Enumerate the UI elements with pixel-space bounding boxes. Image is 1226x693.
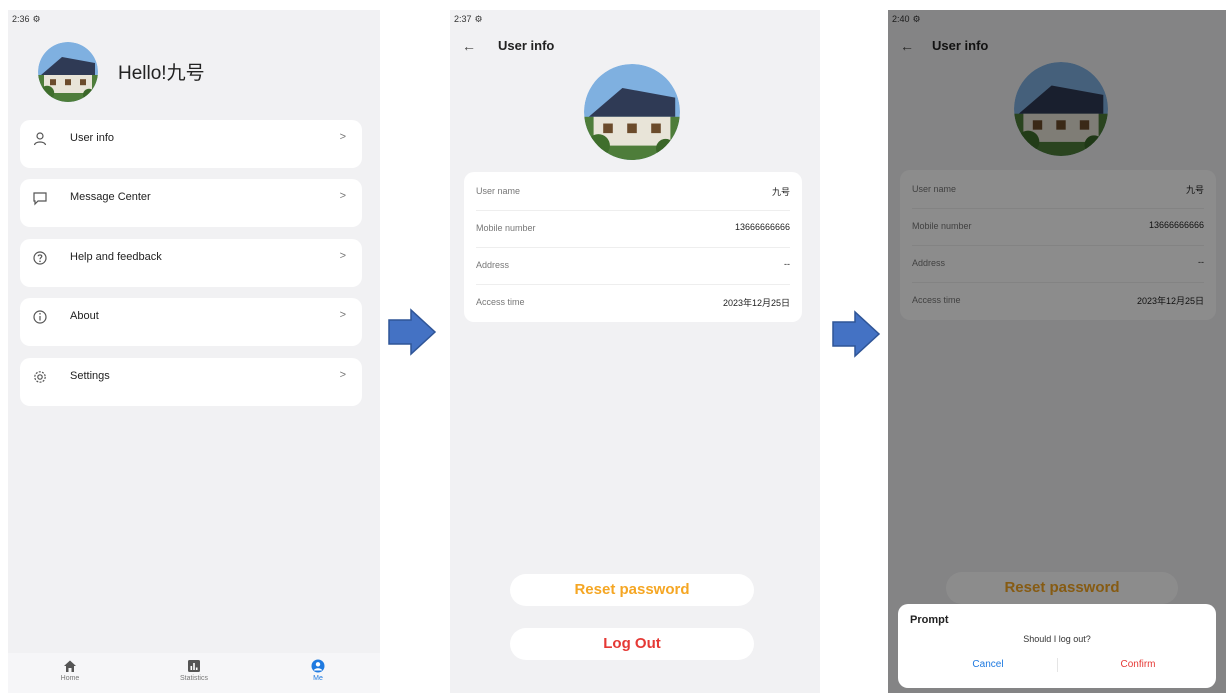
menu-item-about[interactable]: About > xyxy=(20,298,362,346)
tab-label: Statistics xyxy=(179,675,208,682)
row-value: 13666666666 xyxy=(734,222,790,232)
bottom-tab-bar: Home Statistics Me xyxy=(8,653,380,693)
menu-item-label: Message Center xyxy=(70,191,151,203)
help-icon xyxy=(33,251,47,265)
row-value: 2023年12月25日 xyxy=(722,298,790,308)
house-photo-icon xyxy=(38,42,98,102)
row-label: User name xyxy=(476,186,521,196)
dialog-message: Should I log out? xyxy=(1023,634,1091,644)
avatar[interactable] xyxy=(38,42,98,102)
menu-item-user-info[interactable]: User info > xyxy=(20,120,362,168)
message-icon xyxy=(33,192,47,206)
avatar[interactable] xyxy=(584,64,680,160)
status-time: 2:36 xyxy=(12,14,30,24)
tab-statistics[interactable]: Statistics xyxy=(164,659,224,682)
status-bar: 2:37 ⚙ xyxy=(454,14,483,25)
gear-icon xyxy=(34,371,46,383)
menu-item-help-feedback[interactable]: Help and feedback > xyxy=(20,239,362,287)
info-row-user-name: User name 九号 xyxy=(476,174,790,211)
dialog-divider xyxy=(1057,658,1058,672)
tab-label: Me xyxy=(313,675,323,682)
menu-item-label: Settings xyxy=(70,370,110,382)
chevron-right-icon: > xyxy=(339,190,346,202)
confirm-button[interactable]: Confirm xyxy=(1068,659,1208,670)
log-out-button[interactable]: Log Out xyxy=(510,628,754,660)
menu-item-message-center[interactable]: Message Center > xyxy=(20,179,362,227)
modal-overlay[interactable] xyxy=(888,10,1226,693)
page-title: User info xyxy=(498,38,555,53)
house-photo-icon xyxy=(584,64,680,160)
info-row-address: Address -- xyxy=(476,248,790,285)
profile-screen: 2:36 ⚙ Hello!九号 User info > Message Cent… xyxy=(8,10,380,693)
row-value: -- xyxy=(784,259,790,269)
info-row-access-time: Access time 2023年12月25日 xyxy=(476,285,790,321)
logout-prompt-screen: 2:40 ⚙ ← User info User name 九号 Mobile nu… xyxy=(888,10,1226,693)
gear-status-icon: ⚙ xyxy=(32,14,41,24)
info-row-mobile-number: Mobile number 13666666666 xyxy=(476,211,790,248)
arrow-right-icon xyxy=(832,310,881,358)
back-arrow-icon[interactable]: ← xyxy=(462,38,476,54)
row-label: Access time xyxy=(476,297,525,307)
user-info-card: User name 九号 Mobile number 13666666666 A… xyxy=(464,172,802,322)
row-value: 九号 xyxy=(771,187,790,197)
chevron-right-icon: > xyxy=(339,250,346,262)
user-icon xyxy=(33,132,47,146)
status-time: 2:37 xyxy=(454,14,472,24)
row-label: Address xyxy=(476,260,510,270)
menu-item-label: About xyxy=(70,310,99,322)
chevron-right-icon: > xyxy=(339,131,346,143)
row-label: Mobile number xyxy=(476,223,536,233)
user-info-screen: 2:37 ⚙ ← User info User name 九号 Mobile nu… xyxy=(450,10,820,693)
reset-password-button[interactable]: Reset password xyxy=(510,574,754,606)
arrow-right-icon xyxy=(388,308,437,356)
tab-home[interactable]: Home xyxy=(40,659,100,682)
gear-status-icon: ⚙ xyxy=(474,14,483,24)
tab-label: Home xyxy=(60,675,80,682)
bar-chart-icon xyxy=(188,660,200,672)
tab-me[interactable]: Me xyxy=(288,659,348,682)
person-icon xyxy=(311,659,325,673)
greeting-text: Hello!九号 xyxy=(118,63,205,84)
menu-item-label: User info xyxy=(70,132,115,144)
menu-item-label: Help and feedback xyxy=(70,251,162,263)
dialog-title: Prompt xyxy=(910,614,949,626)
cancel-button[interactable]: Cancel xyxy=(918,659,1058,670)
home-icon xyxy=(64,660,76,672)
chevron-right-icon: > xyxy=(339,369,346,381)
info-icon xyxy=(33,310,47,324)
chevron-right-icon: > xyxy=(339,309,346,321)
logout-prompt-dialog: Prompt Should I log out? Cancel Confirm xyxy=(898,604,1216,688)
status-bar: 2:36 ⚙ xyxy=(12,14,41,25)
menu-item-settings[interactable]: Settings > xyxy=(20,358,362,406)
